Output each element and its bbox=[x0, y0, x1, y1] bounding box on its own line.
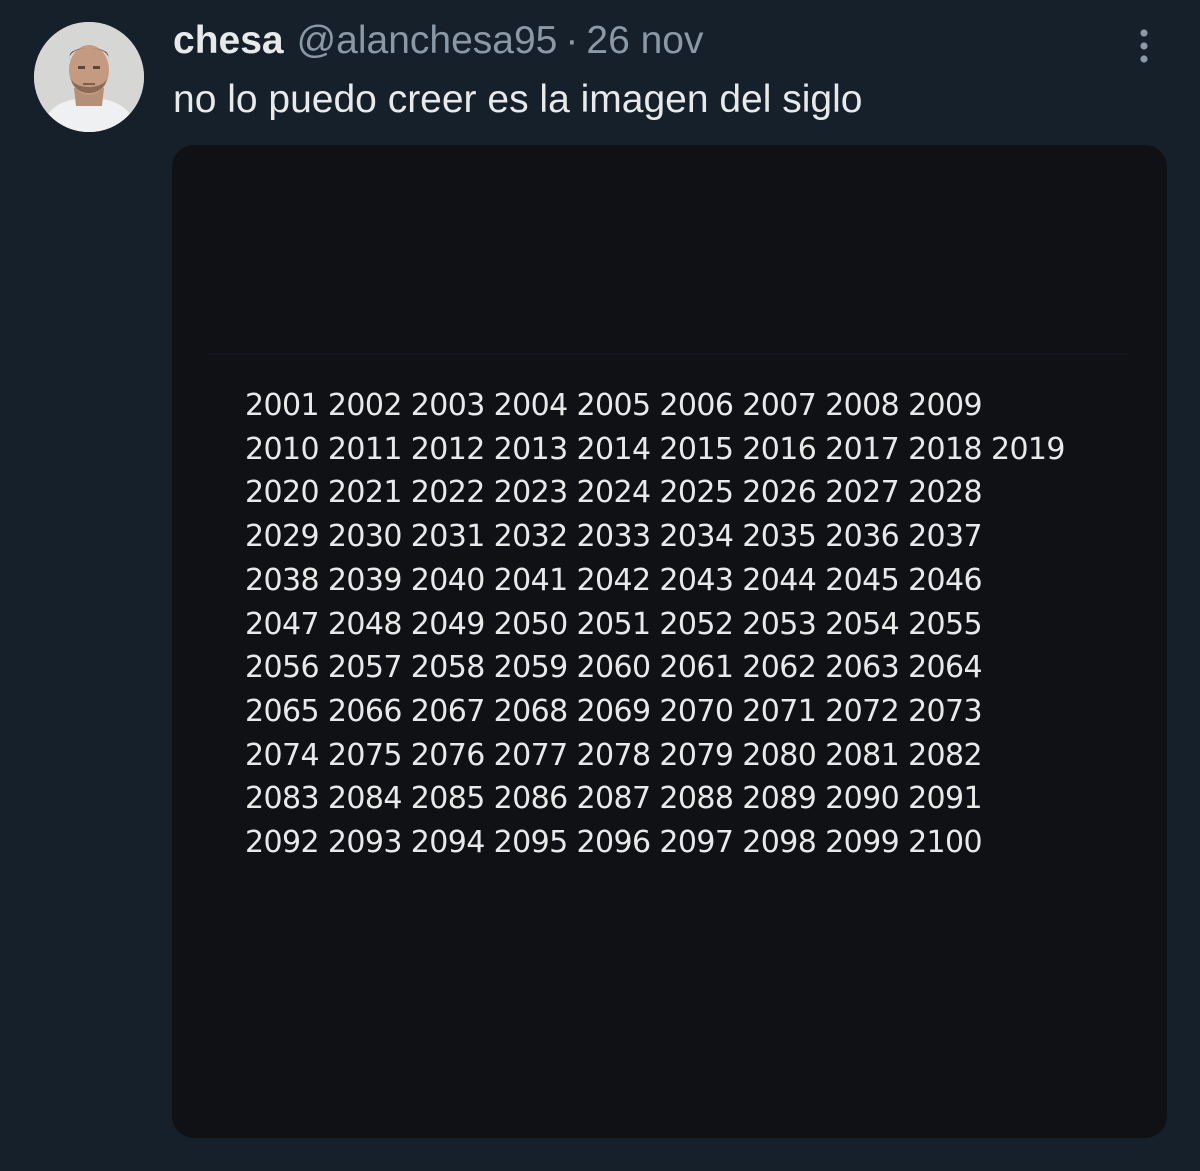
years-row: 2001 2002 2003 2004 2005 2006 2007 2008 … bbox=[245, 388, 983, 423]
years-row: 2010 2011 2012 2013 2014 2015 2016 2017 … bbox=[245, 431, 1066, 467]
separator-dot: · bbox=[565, 19, 579, 62]
vertical-ellipsis-icon bbox=[1140, 29, 1148, 63]
more-options-button[interactable] bbox=[1122, 24, 1166, 68]
years-row: 2074 2075 2076 2077 2078 2079 2080 2081 … bbox=[245, 737, 983, 773]
tweet-header: chesa @alanchesa95 · 26 nov bbox=[173, 18, 703, 64]
image-divider bbox=[208, 353, 1128, 355]
years-row: 2083 2084 2085 2086 2087 2088 2089 2090 … bbox=[245, 781, 983, 817]
years-row: 2092 2093 2094 2095 2096 2097 2098 2099 … bbox=[245, 825, 983, 861]
avatar[interactable] bbox=[34, 22, 144, 132]
avatar-image bbox=[34, 22, 144, 132]
years-row: 2038 2039 2040 2041 2042 2043 2044 2045 … bbox=[245, 562, 983, 598]
years-row: 2056 2057 2058 2059 2060 2061 2062 2063 … bbox=[245, 650, 983, 686]
years-row: 2029 2030 2031 2032 2033 2034 2035 2036 … bbox=[245, 519, 983, 555]
tweet-date[interactable]: 26 nov bbox=[586, 18, 703, 64]
years-row: 2065 2066 2067 2068 2069 2070 2071 2072 … bbox=[245, 693, 983, 729]
display-name[interactable]: chesa bbox=[173, 18, 284, 64]
years-list: 2001 2002 2003 2004 2005 2006 2007 2008 … bbox=[245, 384, 1066, 865]
tweet: chesa @alanchesa95 · 26 nov no lo puedo … bbox=[0, 0, 1200, 1171]
years-row: 2020 2021 2022 2023 2024 2025 2026 2027 … bbox=[245, 475, 983, 511]
user-handle[interactable]: @alanchesa95 bbox=[297, 18, 558, 64]
years-row: 2047 2048 2049 2050 2051 2052 2053 2054 … bbox=[245, 606, 983, 642]
tweet-media-image[interactable]: 2001 2002 2003 2004 2005 2006 2007 2008 … bbox=[172, 145, 1167, 1138]
tweet-text: no lo puedo creer es la imagen del siglo bbox=[173, 78, 863, 121]
